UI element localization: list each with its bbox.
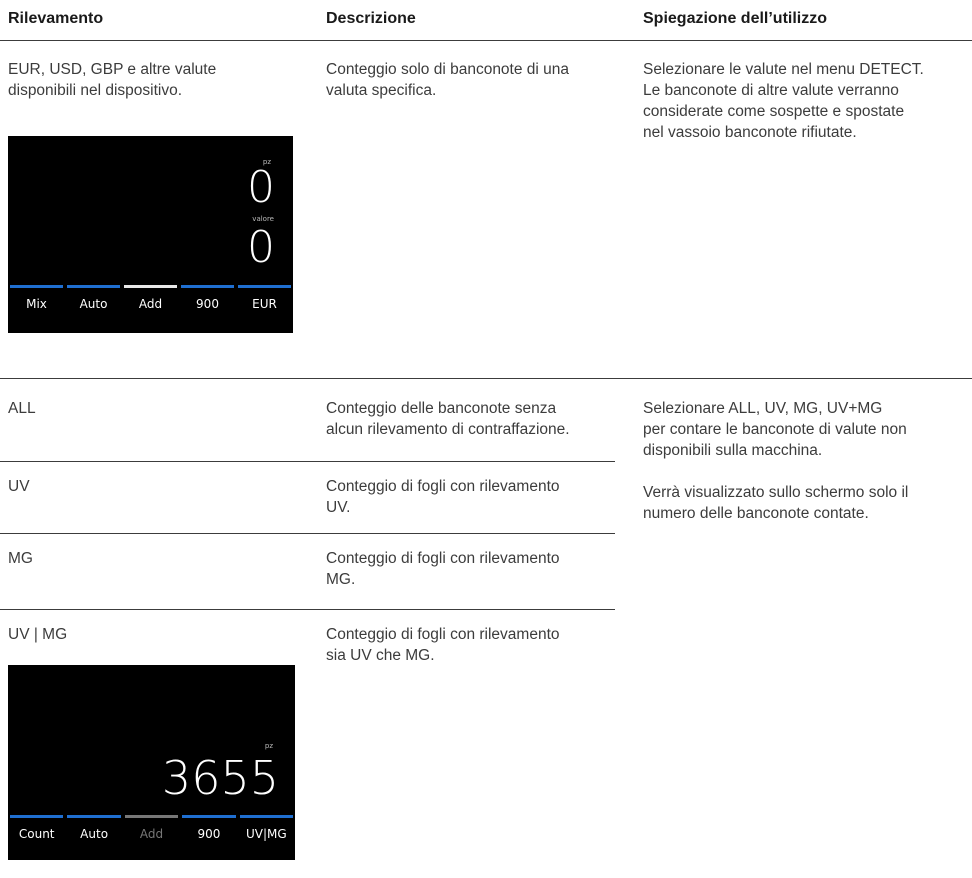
tab-indicator [182, 815, 236, 818]
header-rilevamento: Rilevamento [8, 10, 104, 27]
header-descrizione: Descrizione [326, 10, 416, 27]
mode-all: ALL [8, 400, 36, 417]
tab-indicator [10, 815, 64, 818]
header-divider [0, 40, 972, 41]
section1-usage-text: Selezionare le valute nel menu DETECT. L… [643, 59, 924, 143]
text-line: Selezionare ALL, UV, MG, UV+MG [643, 400, 883, 417]
tab-indicator [181, 285, 234, 288]
tab-label: Auto [80, 827, 109, 841]
text-line: Conteggio delle banconote senza [326, 400, 557, 417]
row-divider [0, 609, 615, 610]
tab-add[interactable]: Add [122, 285, 179, 333]
screen-tab-bar: Count Auto Add 900 UV|MG [8, 815, 295, 860]
tab-count[interactable]: Count [8, 815, 65, 860]
tab-add[interactable]: Add [123, 815, 180, 860]
tab-eur[interactable]: EUR [236, 285, 293, 333]
mode-mg: MG [8, 550, 33, 567]
header-spiegazione: Spiegazione dell’utilizzo [643, 10, 828, 27]
mode-uv-mg: UV | MG [8, 626, 68, 643]
text-line: EUR, USD, GBP e altre valute [8, 61, 217, 78]
row-divider [0, 533, 615, 534]
text-line: considerate come sospette e spostate [643, 103, 905, 120]
tab-mix[interactable]: Mix [8, 285, 65, 333]
device-screen-currency: pz 0 valore 0 Mix Auto Add 900 EUR [8, 136, 293, 333]
tab-indicator [239, 815, 294, 818]
tab-indicator [124, 815, 179, 818]
text-line: Verrà visualizzato sullo schermo solo il [643, 484, 909, 501]
tab-indicator [238, 285, 291, 288]
tab-indicator [10, 285, 63, 288]
text-line: Conteggio solo di banconote di una [326, 61, 570, 78]
tab-label: Add [139, 827, 164, 841]
section2-divider [0, 378, 972, 379]
section2-usage-text: Selezionare ALL, UV, MG, UV+MG per conta… [643, 398, 908, 524]
tab-label: Auto [79, 297, 108, 311]
mode-all-description: Conteggio delle banconote senza alcun ri… [326, 398, 570, 440]
pcs-value: 3655 [161, 751, 279, 805]
section1-description-text: Conteggio solo di banconote di una valut… [326, 59, 569, 101]
text-line: disponibili sulla macchina. [643, 442, 823, 459]
value-value: 0 [247, 222, 275, 273]
tab-label: Mix [26, 297, 47, 311]
tab-label: 900 [197, 827, 221, 841]
tab-indicator [67, 285, 120, 288]
device-screen-count: pz 3655 Count Auto Add 900 UV|MG [8, 665, 295, 860]
text-line: Conteggio di fogli con rilevamento [326, 478, 560, 495]
tab-indicator [124, 285, 177, 288]
text-line: numero delle banconote contate. [643, 505, 869, 522]
mode-uv: UV [8, 478, 30, 495]
mode-uv-description: Conteggio di fogli con rilevamento UV. [326, 476, 560, 518]
tab-auto[interactable]: Auto [65, 815, 122, 860]
row-divider [0, 461, 615, 462]
text-line: alcun rilevamento di contraffazione. [326, 421, 570, 438]
section1-detection-text: EUR, USD, GBP e altre valute disponibili… [8, 59, 216, 101]
mode-mg-description: Conteggio di fogli con rilevamento MG. [326, 548, 560, 590]
text-line: MG. [326, 571, 356, 588]
tab-uv-mg[interactable]: UV|MG [238, 815, 295, 860]
text-line: per contare le banconote di valute non [643, 421, 907, 438]
tab-indicator [67, 815, 121, 818]
text-line: Conteggio di fogli con rilevamento [326, 626, 560, 643]
tab-900[interactable]: 900 [179, 285, 236, 333]
tab-label: 900 [196, 297, 219, 311]
mode-uv-mg-description: Conteggio di fogli con rilevamento sia U… [326, 624, 560, 666]
pcs-label: pz [264, 742, 273, 750]
tab-label: Add [138, 297, 163, 311]
text-line: Le banconote di altre valute verranno [643, 82, 899, 99]
pcs-value: 0 [247, 162, 275, 213]
text-line: Conteggio di fogli con rilevamento [326, 550, 560, 567]
tab-label: UV|MG [245, 827, 287, 841]
text-line: nel vassoio banconote rifiutate. [643, 124, 857, 141]
tab-900[interactable]: 900 [180, 815, 237, 860]
tab-label: EUR [252, 297, 277, 311]
text-line: sia UV che MG. [326, 647, 435, 664]
text-line: valuta specifica. [326, 82, 437, 99]
text-line: Selezionare le valute nel menu DETECT. [643, 61, 924, 78]
text-line: UV. [326, 499, 351, 516]
screen-tab-bar: Mix Auto Add 900 EUR [8, 285, 293, 333]
tab-label: Count [18, 827, 55, 841]
text-line: disponibili nel dispositivo. [8, 82, 183, 99]
tab-auto[interactable]: Auto [65, 285, 122, 333]
